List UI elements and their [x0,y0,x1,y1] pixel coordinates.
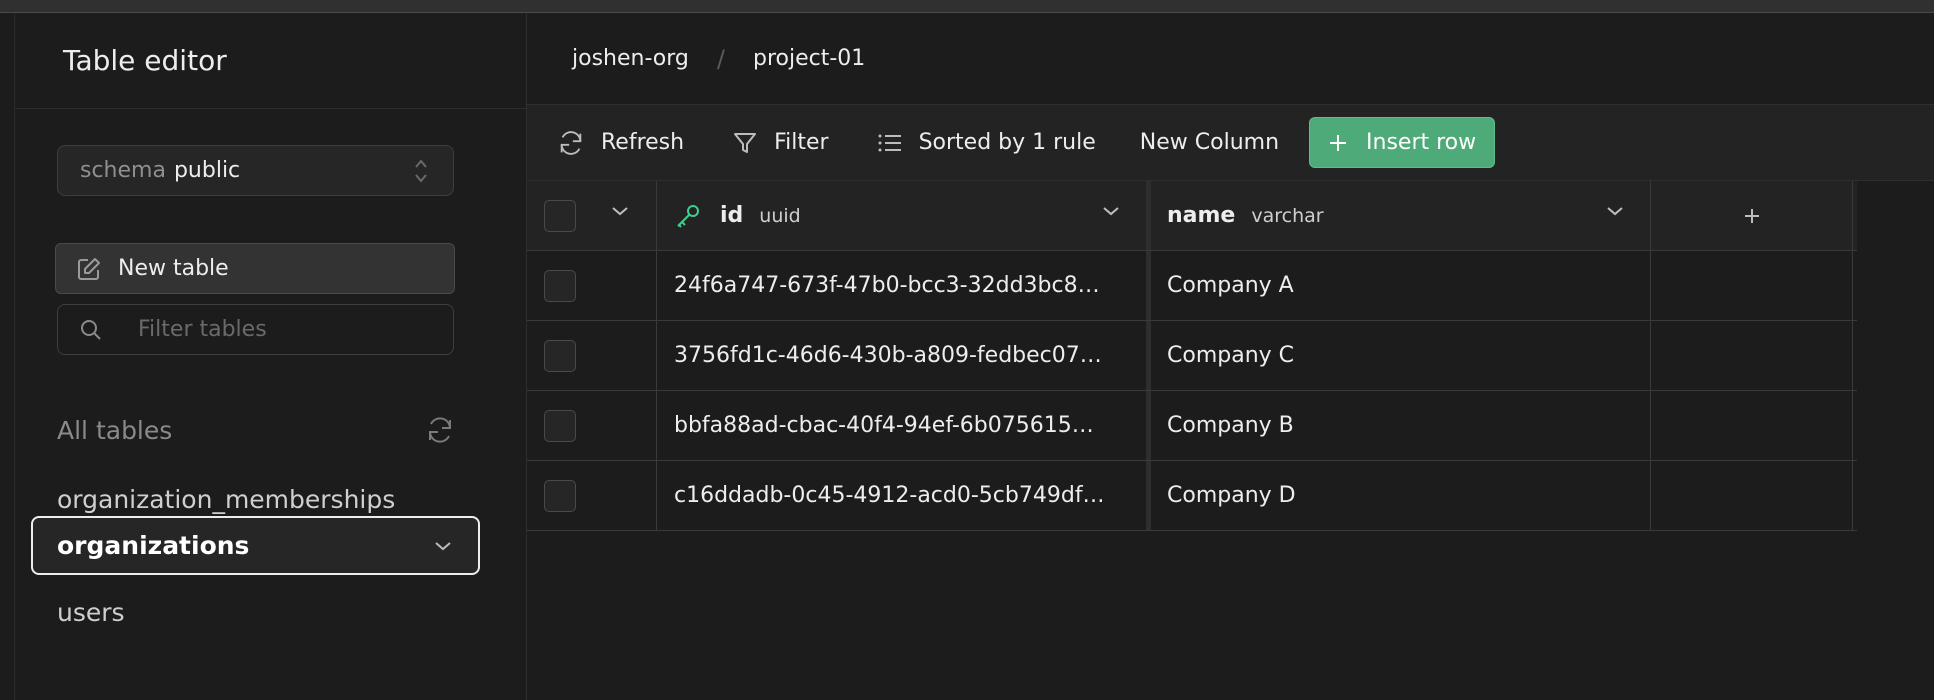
insert-row-button[interactable]: Insert row [1309,117,1496,168]
sidebar-header: Table editor [15,13,526,109]
select-all-checkbox[interactable] [544,199,576,232]
breadcrumb-org[interactable]: joshen-org [572,46,689,71]
plus-icon [1744,208,1759,223]
row-select-cell [527,391,657,460]
row-checkbox[interactable] [544,339,576,372]
add-column-button[interactable] [1651,181,1853,250]
cell-value: c16ddadb-0c45-4912-acd0-5cb749df… [674,483,1105,508]
refresh-icon [560,130,582,155]
cell-name[interactable]: Company C [1151,321,1651,390]
sort-button[interactable]: Sorted by 1 rule [877,130,1096,155]
filter-label: Filter [774,130,829,155]
chevron-down-icon[interactable] [1102,205,1120,217]
row-checkbox[interactable] [544,409,576,442]
cell-value: Company D [1167,483,1296,508]
toolbar: Refresh Filter Sorted by 1 rule New Colu… [527,105,1934,181]
sidebar-title: Table editor [63,44,227,77]
column-header-id[interactable]: id uuid [657,181,1151,250]
chevron-down-icon[interactable] [434,540,452,552]
sort-label: Sorted by 1 rule [918,130,1096,155]
table-item-label: users [57,598,125,627]
table-row[interactable]: 3756fd1c-46d6-430b-a809-fedbec07… Compan… [527,321,1857,391]
schema-prefix: schema [80,158,166,183]
cell-empty [1651,321,1853,390]
schema-select[interactable]: schema public [57,145,454,196]
select-all-cell [527,181,657,250]
sidebar-item-organizations[interactable]: organizations [31,516,480,575]
cell-value: bbfa88ad-cbac-40f4-94ef-6b075615… [674,413,1094,438]
sidebar: Table editor [15,13,527,700]
edit-icon [78,257,100,280]
refresh-label: Refresh [601,130,685,155]
column-type: uuid [759,204,801,227]
grid-header-row: id uuid name varchar [527,181,1857,251]
cell-id[interactable]: 24f6a747-673f-47b0-bcc3-32dd3bc8… [657,251,1151,320]
search-icon [81,319,101,340]
window-top-strip [0,0,1934,13]
cell-empty [1651,461,1853,530]
chevron-up-down-icon [415,159,427,183]
all-tables-header: All tables [57,410,457,450]
row-checkbox[interactable] [544,479,576,512]
column-header-name[interactable]: name varchar [1151,181,1651,250]
column-type: varchar [1251,204,1324,227]
column-name: name [1167,203,1236,228]
cell-value: 3756fd1c-46d6-430b-a809-fedbec07… [674,343,1102,368]
cell-name[interactable]: Company D [1151,461,1651,530]
filter-button[interactable]: Filter [732,130,829,156]
filter-tables-input[interactable] [138,317,438,342]
table-item-label: organizations [57,531,250,560]
new-table-button[interactable]: New table [55,243,455,294]
sidebar-item-users[interactable]: users [57,598,125,627]
list-icon [878,134,901,151]
cell-empty [1651,391,1853,460]
filter-tables-field[interactable] [57,304,454,355]
new-column-button[interactable]: New Column [1140,130,1279,155]
data-grid: id uuid name varchar 24f6a747-673f-47b0-… [527,181,1857,531]
column-name: id [720,203,744,228]
table-row[interactable]: c16ddadb-0c45-4912-acd0-5cb749df… Compan… [527,461,1857,531]
table-row[interactable]: 24f6a747-673f-47b0-bcc3-32dd3bc8… Compan… [527,251,1857,321]
cell-value: Company B [1167,413,1294,438]
refresh-button[interactable]: Refresh [557,129,684,157]
row-checkbox[interactable] [544,269,576,302]
left-gutter [0,13,15,700]
sidebar-item-organization-memberships[interactable]: organization_memberships [57,485,395,514]
new-table-label: New table [118,256,229,281]
cell-empty [1651,251,1853,320]
cell-id[interactable]: bbfa88ad-cbac-40f4-94ef-6b075615… [657,391,1151,460]
cell-id[interactable]: c16ddadb-0c45-4912-acd0-5cb749df… [657,461,1151,530]
plus-icon [1330,134,1347,151]
breadcrumb-separator: / [716,44,725,73]
cell-name[interactable]: Company B [1151,391,1651,460]
row-select-cell [527,461,657,530]
refresh-icon[interactable] [425,415,455,445]
cell-value: Company C [1167,343,1295,368]
cell-value: Company A [1167,273,1294,298]
all-tables-label: All tables [57,415,173,445]
cell-id[interactable]: 3756fd1c-46d6-430b-a809-fedbec07… [657,321,1151,390]
table-item-label: organization_memberships [57,485,396,514]
row-select-cell [527,321,657,390]
chevron-down-icon[interactable] [1606,205,1624,217]
breadcrumb-project[interactable]: project-01 [753,46,865,71]
cell-value: 24f6a747-673f-47b0-bcc3-32dd3bc8… [674,273,1100,298]
chevron-down-icon[interactable] [611,205,629,217]
filter-icon [734,132,757,153]
breadcrumb: joshen-org / project-01 [527,13,1934,105]
insert-row-label: Insert row [1366,130,1477,155]
key-icon [677,204,699,228]
table-row[interactable]: bbfa88ad-cbac-40f4-94ef-6b075615… Compan… [527,391,1857,461]
schema-value: public [173,158,241,183]
row-select-cell [527,251,657,320]
cell-name[interactable]: Company A [1151,251,1651,320]
